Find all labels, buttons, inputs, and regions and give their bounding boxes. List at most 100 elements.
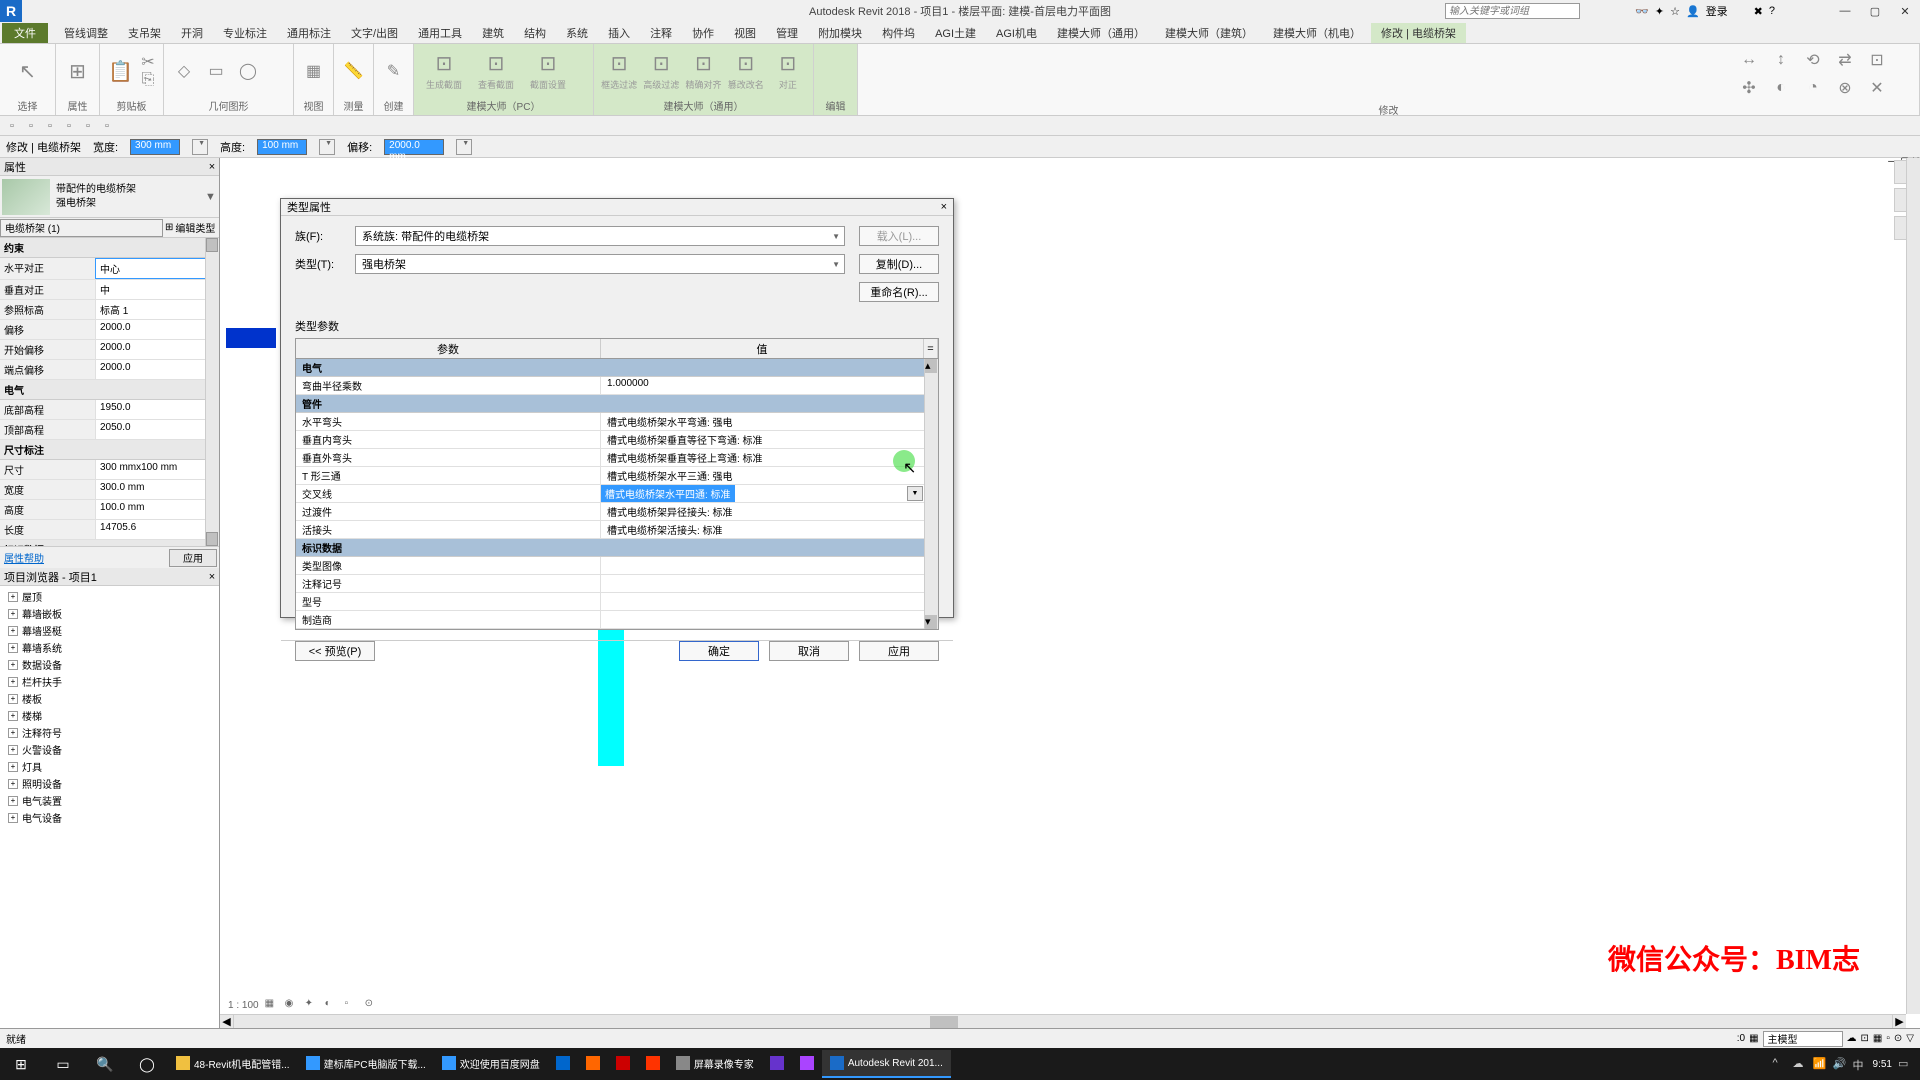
menu-item[interactable]: 文字/出图 [341,23,408,43]
project-browser-tree[interactable]: +屋顶+幕墙嵌板+幕墙竖梃+幕墙系统+数据设备+栏杆扶手+楼板+楼梯+注释符号+… [0,586,219,1028]
menu-item[interactable]: 附加模块 [808,23,872,43]
cut-icon[interactable]: ✂ [139,54,157,70]
status-icon[interactable]: ⊙ [1894,1033,1902,1044]
login-link[interactable]: 登录 [1706,3,1728,19]
qat-icon[interactable]: ▫ [99,118,115,134]
type-dropdown[interactable]: 强电桥架 [355,254,845,274]
ribbon-tool[interactable]: ⊡高级过滤 [642,46,680,96]
tree-item[interactable]: +幕墙嵌板 [2,605,217,622]
modify-tool[interactable]: ✣ [1735,74,1763,102]
cortana-icon[interactable]: ◯ [126,1048,168,1080]
param-row[interactable]: 弯曲半径乘数1.000000 [296,377,938,395]
ribbon-tool[interactable]: ⊡截面设置 [524,46,572,96]
status-icon[interactable]: ▫ [1886,1033,1890,1044]
load-button[interactable]: 载入(L)... [859,226,939,246]
menu-item[interactable]: 建模大师（机电） [1263,23,1371,43]
paste-tool[interactable]: 📋 [106,46,135,96]
menu-item[interactable]: 管理 [766,23,808,43]
property-category[interactable]: 电气✦ [0,380,219,400]
viewbar-icon[interactable]: ✦ [305,998,319,1012]
param-row[interactable]: 活接头槽式电缆桥架活接头: 标准 [296,521,938,539]
status-icon[interactable]: ▽ [1906,1033,1914,1044]
tree-item[interactable]: +注释符号 [2,724,217,741]
close-button[interactable]: ✕ [1890,0,1920,22]
task-view-icon[interactable]: ▭ [42,1048,84,1080]
dialog-close-icon[interactable]: × [941,201,947,213]
ribbon-tool[interactable]: ⊡框选过滤 [600,46,638,96]
instance-dropdown[interactable]: 电缆桥架 (1) [0,219,163,237]
property-row[interactable]: 高度100.0 mm [0,500,219,520]
menu-item[interactable]: 构件坞 [872,23,925,43]
properties-help-link[interactable]: 属性帮助 [0,550,44,565]
panel-close-icon[interactable]: × [205,570,219,584]
taskbar-item[interactable] [762,1050,792,1078]
width-dropdown[interactable] [192,139,208,155]
copy-icon[interactable]: ⎘ [139,72,157,88]
qat-icon[interactable]: ▫ [23,118,39,134]
offset-dropdown[interactable] [456,139,472,155]
help-icon[interactable]: ? [1769,5,1775,17]
status-icon[interactable]: ⊡ [1861,1033,1869,1044]
tree-item[interactable]: +照明设备 [2,775,217,792]
property-row[interactable]: 垂直对正中 [0,280,219,300]
panel-close-icon[interactable]: × [205,160,219,174]
tree-item[interactable]: +电气装置 [2,792,217,809]
ribbon-tool[interactable]: ⊡篡改改名 [727,46,765,96]
star-icon[interactable]: ☆ [1670,5,1680,18]
apply-button[interactable]: 应用 [169,549,217,567]
param-row[interactable]: 型号 [296,593,938,611]
param-category[interactable]: 电气✦ [296,359,938,377]
qat-icon[interactable]: ▫ [4,118,20,134]
tray-icon[interactable]: ☁ [1793,1057,1807,1071]
viewbar-icon[interactable]: ⊙ [365,998,379,1012]
tray-icon[interactable]: 📶 [1813,1057,1827,1071]
menu-item[interactable]: 注释 [640,23,682,43]
param-row[interactable]: 交叉线槽式电缆桥架水平四通: 标准 [296,485,938,503]
property-category[interactable]: 尺寸标注✦ [0,440,219,460]
param-row[interactable]: 水平弯头槽式电缆桥架水平弯通: 强电 [296,413,938,431]
param-row[interactable]: 过渡件槽式电缆桥架异径接头: 标准 [296,503,938,521]
search-input[interactable] [1445,3,1580,19]
modify-tool[interactable]: ✕ [1863,74,1891,102]
param-row[interactable]: 垂直内弯头槽式电缆桥架垂直等径下弯通: 标准 [296,431,938,449]
height-dropdown[interactable] [319,139,335,155]
duplicate-button[interactable]: 复制(D)... [859,254,939,274]
taskbar-time[interactable]: 9:51 [1873,1059,1892,1070]
dialog-apply-button[interactable]: 应用 [859,641,939,661]
file-menu[interactable]: 文件 [2,23,48,43]
tray-icon[interactable]: 🔊 [1833,1057,1847,1071]
taskbar-item[interactable] [548,1050,578,1078]
scale-label[interactable]: 1 : 100 [228,1000,259,1011]
property-row[interactable]: 端点偏移2000.0 [0,360,219,380]
geom-tool[interactable]: ◇ [170,57,198,85]
menu-item[interactable]: 视图 [724,23,766,43]
tree-item[interactable]: +灯具 [2,758,217,775]
grid-scrollbar[interactable]: ▴ ▾ [924,359,938,629]
param-row[interactable]: T 形三通槽式电缆桥架水平三通: 强电 [296,467,938,485]
param-category[interactable]: 标识数据✦ [296,539,938,557]
param-row[interactable]: 注释记号 [296,575,938,593]
qat-icon[interactable]: ▫ [80,118,96,134]
menu-item[interactable]: 插入 [598,23,640,43]
minimize-button[interactable]: — [1830,0,1860,22]
tree-item[interactable]: +火警设备 [2,741,217,758]
measure-tool[interactable]: 📏 [340,57,367,85]
tree-item[interactable]: +数据设备 [2,656,217,673]
key-icon[interactable]: ✦ [1655,5,1664,18]
menu-item[interactable]: 协作 [682,23,724,43]
viewbar-icon[interactable]: ▫ [345,998,359,1012]
property-row[interactable]: 宽度300.0 mm [0,480,219,500]
ribbon-tool[interactable]: ⊡精确对齐 [684,46,722,96]
taskbar-item[interactable]: 建标库PC电脑版下载... [298,1050,434,1078]
view-tool[interactable]: ▦ [300,57,327,85]
modify-tool[interactable]: ⊡ [1863,46,1891,74]
tree-item[interactable]: +楼梯 [2,707,217,724]
main-model-dropdown[interactable] [1763,1031,1843,1047]
param-category[interactable]: 管件✦ [296,395,938,413]
ribbon-tool[interactable]: ⊡生成截面 [420,46,468,96]
select-tool[interactable]: ↖ [6,46,49,96]
properties-tool[interactable]: ⊞ [62,46,93,96]
taskbar-item[interactable] [792,1050,822,1078]
viewbar-icon[interactable]: ◐ [325,998,339,1012]
maximize-button[interactable]: ▢ [1860,0,1890,22]
